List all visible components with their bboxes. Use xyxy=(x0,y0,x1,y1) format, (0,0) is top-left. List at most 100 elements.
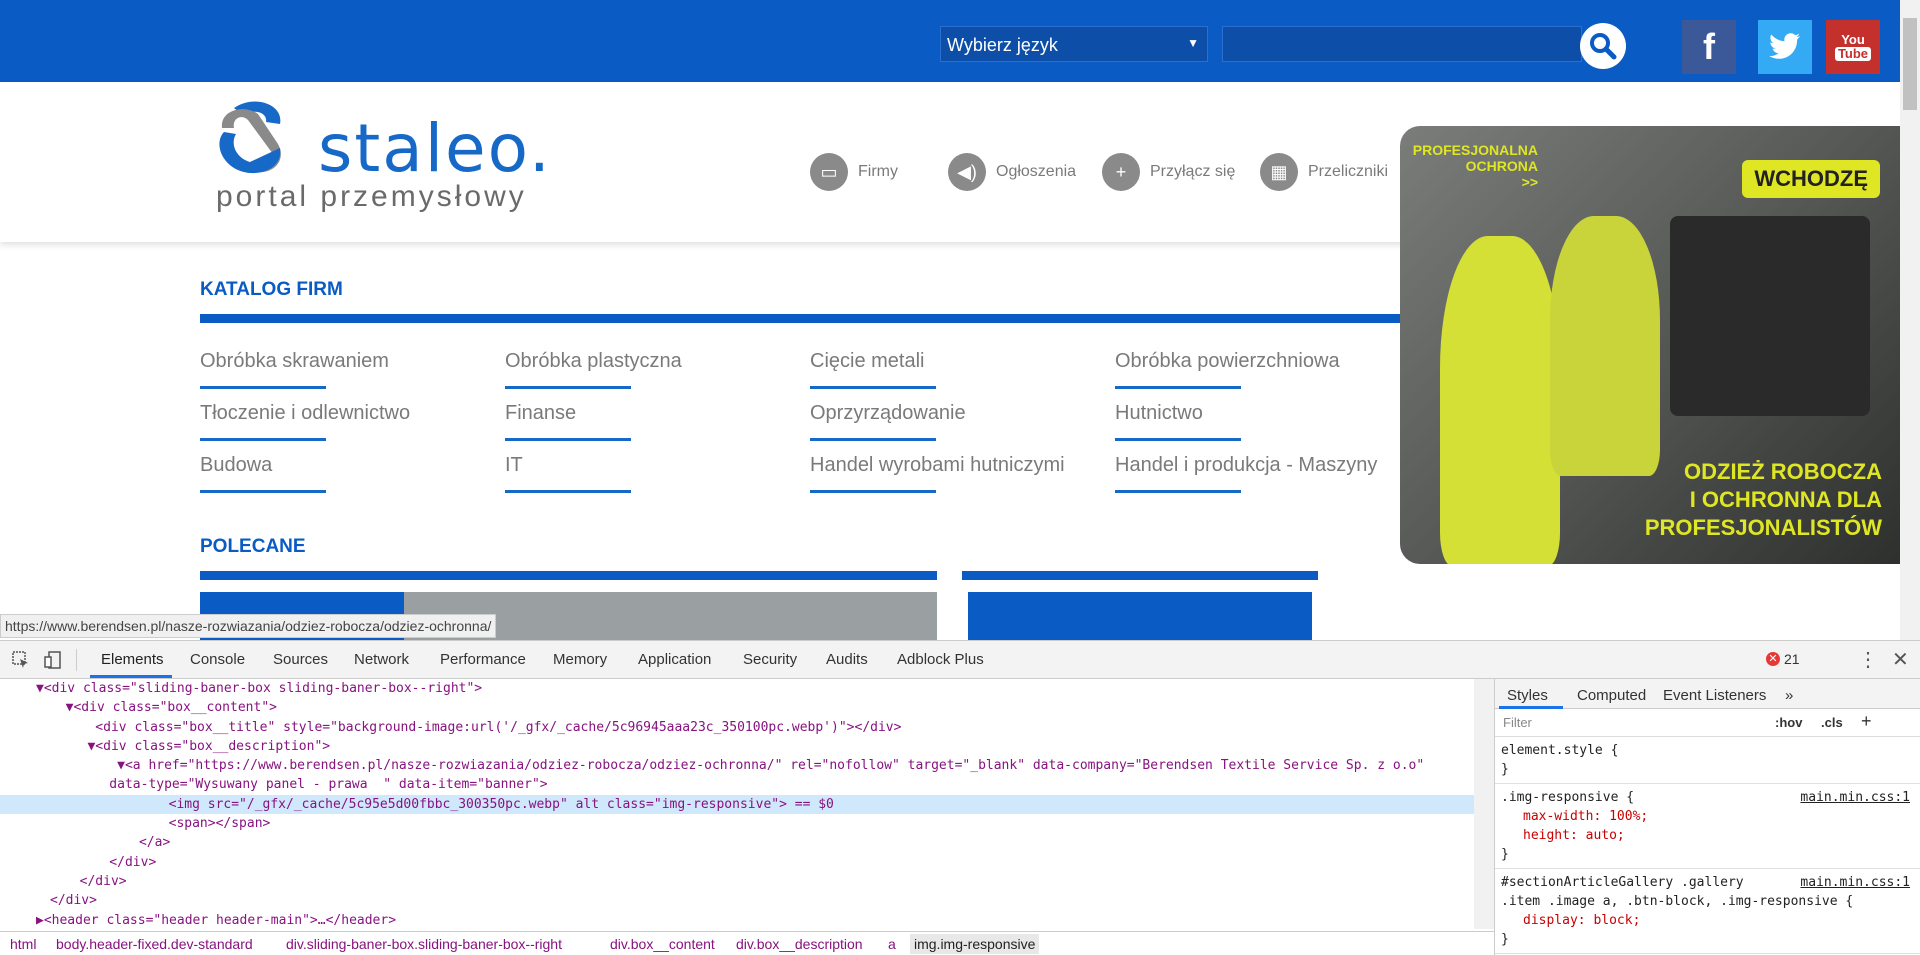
nav-item-przeliczniki[interactable]: ▦ Przeliczniki xyxy=(1260,152,1388,192)
elements-tree[interactable]: ▼<div class="sliding-baner-box sliding-b… xyxy=(0,679,1474,929)
plus-icon: + xyxy=(1102,153,1140,191)
ad-corner-line: PROFESJONALNA xyxy=(1412,142,1538,158)
nav-item-firmy[interactable]: ▭ Firmy xyxy=(810,152,898,192)
dom-node[interactable]: <div class="box__title" style="backgroun… xyxy=(0,718,1474,737)
breadcrumb-item[interactable]: div.sliding-baner-box.sliding-baner-box-… xyxy=(286,936,562,952)
breadcrumb-item[interactable]: body.header-fixed.dev-standard xyxy=(56,936,253,952)
rule-close: } xyxy=(1501,847,1509,862)
inspect-element-icon[interactable] xyxy=(12,651,30,669)
search-input[interactable] xyxy=(1222,26,1582,62)
dom-node[interactable]: </div> xyxy=(0,853,1474,872)
tab-application[interactable]: Application xyxy=(638,651,711,668)
style-rule[interactable]: main.min.css:1 #sectionArticleGallery .g… xyxy=(1495,869,1920,954)
elements-scrollbar[interactable] xyxy=(1474,679,1494,929)
dom-node[interactable]: ▼<div class="box__content"> xyxy=(0,698,1474,717)
dom-node[interactable]: <span></span> xyxy=(0,814,1474,833)
tab-styles[interactable]: Styles xyxy=(1507,687,1548,704)
dom-node[interactable]: </div> xyxy=(0,891,1474,910)
ad-enter-button[interactable]: WCHODZĘ xyxy=(1742,160,1880,198)
tab-audits[interactable]: Audits xyxy=(826,651,868,668)
catalog-item[interactable]: Obróbka skrawaniem xyxy=(200,350,389,373)
dom-node[interactable]: </a> xyxy=(0,833,1474,852)
toolbar-divider xyxy=(76,649,77,671)
css-property[interactable]: display: block; xyxy=(1501,911,1914,930)
styles-filter-bar: Filter :hov .cls + xyxy=(1495,709,1920,737)
styles-filter-input[interactable]: Filter xyxy=(1503,715,1532,730)
breadcrumb-item[interactable]: div.box__description xyxy=(736,936,863,952)
catalog-item[interactable]: Handel i produkcja - Maszyny xyxy=(1115,454,1377,477)
recommended-image[interactable] xyxy=(968,592,1312,640)
dom-node[interactable]: data-type="Wysuwany panel - prawa " data… xyxy=(0,775,1474,794)
devtools-tabbar: Elements Console Sources Network Perform… xyxy=(0,641,1920,679)
dom-node[interactable]: ▼<a href="https://www.berendsen.pl/nasze… xyxy=(0,756,1474,775)
catalog-item[interactable]: Cięcie metali xyxy=(810,350,924,373)
page-scrollbar-thumb[interactable] xyxy=(1903,18,1917,110)
nav-label: Ogłoszenia xyxy=(996,163,1077,180)
tab-computed[interactable]: Computed xyxy=(1577,687,1646,704)
breadcrumb-item[interactable]: html xyxy=(10,936,36,952)
class-toggle[interactable]: .cls xyxy=(1821,715,1843,730)
tab-elements[interactable]: Elements xyxy=(101,651,164,668)
style-rule[interactable]: main.min.css:1 .img-responsive { max-wid… xyxy=(1495,784,1920,869)
tab-network[interactable]: Network xyxy=(354,651,409,668)
tab-memory[interactable]: Memory xyxy=(553,651,607,668)
more-tabs-icon[interactable]: » xyxy=(1785,687,1793,704)
catalog-item[interactable]: Tłoczenie i odlewnictwo xyxy=(200,402,410,425)
sliding-banner-ad[interactable]: PROFESJONALNA OCHRONA >> WCHODZĘ ODZIEŻ … xyxy=(1400,126,1900,564)
css-property[interactable]: height: auto; xyxy=(1501,826,1914,845)
nav-label: Przyłącz się xyxy=(1150,163,1236,180)
breadcrumb-item[interactable]: div.box__content xyxy=(610,936,715,952)
twitter-bird-icon xyxy=(1769,33,1800,59)
catalog-item[interactable]: Obróbka powierzchniowa xyxy=(1115,350,1340,373)
catalog-item[interactable]: Oprzyrządowanie xyxy=(810,402,966,425)
facebook-icon[interactable]: f xyxy=(1682,20,1736,74)
tab-performance[interactable]: Performance xyxy=(440,651,526,668)
breadcrumb-item[interactable]: a xyxy=(888,936,896,952)
breadcrumb-item-current[interactable]: img.img-responsive xyxy=(910,934,1040,954)
catalog-item[interactable]: Budowa xyxy=(200,454,272,477)
dom-node[interactable]: ▶<header class="header header-main">…</h… xyxy=(0,911,1474,930)
add-rule-icon[interactable]: + xyxy=(1861,711,1872,732)
more-options-icon[interactable]: ⋮ xyxy=(1858,647,1878,672)
dom-node[interactable]: ▼<div class="sliding-baner-box sliding-b… xyxy=(0,679,1474,698)
chevron-down-icon: ▼ xyxy=(1187,36,1199,50)
twitter-icon[interactable] xyxy=(1758,20,1812,74)
catalog-item[interactable]: Finanse xyxy=(505,402,576,425)
catalog-item[interactable]: Hutnictwo xyxy=(1115,402,1203,425)
catalog-underline xyxy=(505,438,631,441)
search-button[interactable] xyxy=(1580,23,1626,69)
calculator-icon: ▦ xyxy=(1260,153,1298,191)
error-icon[interactable]: ✕ xyxy=(1766,652,1780,666)
catalog-rule xyxy=(200,314,1400,323)
nav-item-przylacz[interactable]: + Przyłącz się xyxy=(1102,152,1235,192)
language-select[interactable]: Wybierz język ▼ xyxy=(940,26,1208,62)
tab-sources[interactable]: Sources xyxy=(273,651,328,668)
speaker-icon: ◀) xyxy=(948,153,986,191)
catalog-item[interactable]: Handel wyrobami hutniczymi xyxy=(810,454,1065,477)
style-rule[interactable]: element.style { } xyxy=(1495,737,1920,784)
tab-console[interactable]: Console xyxy=(190,651,245,668)
catalog-item[interactable]: IT xyxy=(505,454,523,477)
dom-node-selected[interactable]: <img src="/_gfx/_cache/5c95e5d00fbbc_300… xyxy=(0,794,1474,815)
css-property[interactable]: max-width: 100%; xyxy=(1501,807,1914,826)
rule-close: } xyxy=(1501,932,1509,947)
catalog-title: KATALOG FIRM xyxy=(200,279,343,300)
tab-adblock-plus[interactable]: Adblock Plus xyxy=(897,651,984,668)
close-icon[interactable]: ✕ xyxy=(1892,647,1909,672)
dom-node[interactable]: </div> xyxy=(0,872,1474,891)
youtube-icon[interactable]: You Tube xyxy=(1826,20,1880,74)
tab-event-listeners[interactable]: Event Listeners xyxy=(1663,687,1766,704)
tab-security[interactable]: Security xyxy=(743,651,797,668)
hover-state-toggle[interactable]: :hov xyxy=(1775,715,1802,730)
site-logo[interactable]: staleo. portal przemysłowy xyxy=(214,100,594,220)
rule-source-link[interactable]: main.min.css:1 xyxy=(1800,873,1910,892)
rule-selector: element.style { xyxy=(1501,743,1619,758)
catalog-underline xyxy=(200,386,326,389)
catalog-item[interactable]: Obróbka plastyczna xyxy=(505,350,682,373)
dom-node[interactable]: ▼<div class="box__description"> xyxy=(0,737,1474,756)
device-toolbar-icon[interactable] xyxy=(44,651,62,669)
error-count[interactable]: 21 xyxy=(1784,651,1800,667)
nav-item-ogloszenia[interactable]: ◀) Ogłoszenia xyxy=(948,152,1076,192)
rule-source-link[interactable]: main.min.css:1 xyxy=(1800,788,1910,807)
ad-caption-line: PROFESJONALISTÓW xyxy=(1644,515,1882,540)
